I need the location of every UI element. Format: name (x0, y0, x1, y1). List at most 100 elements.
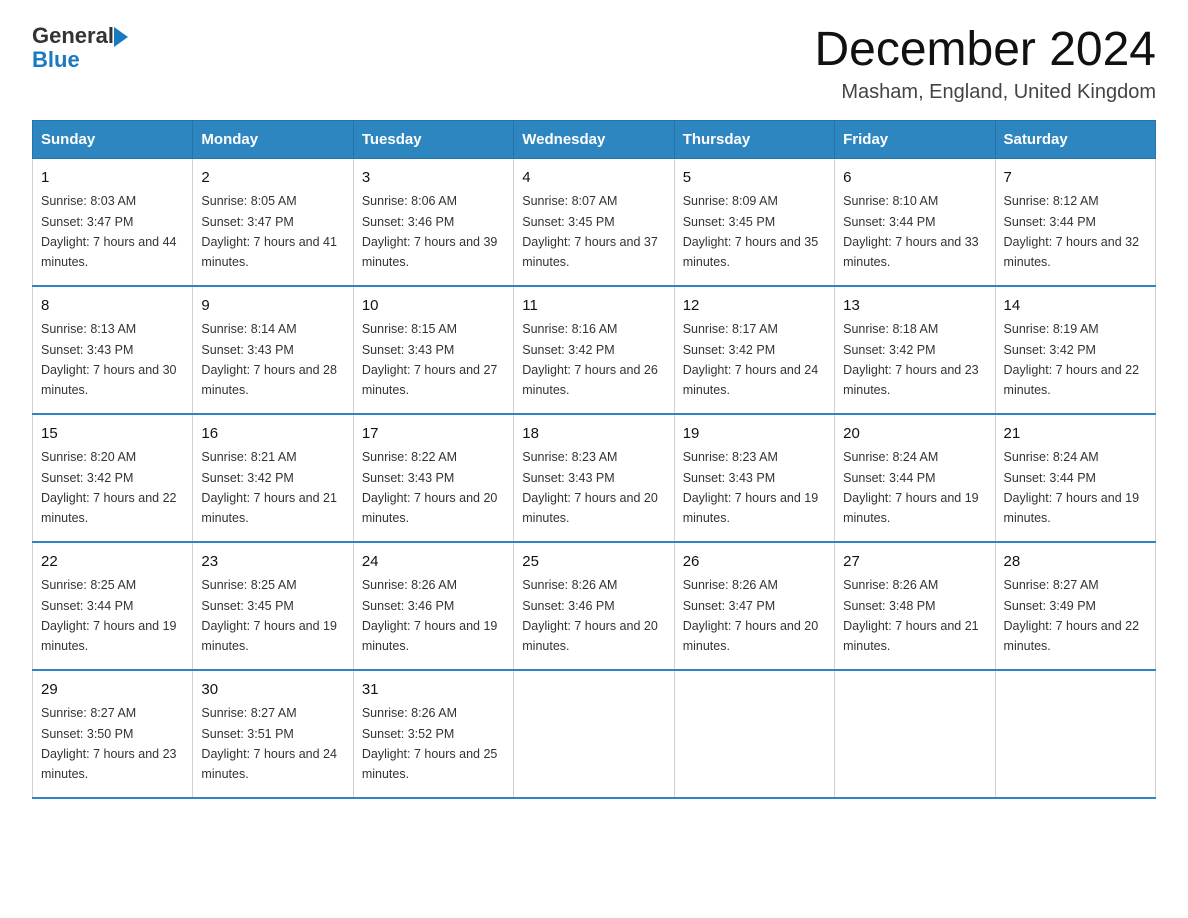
table-row: 5 Sunrise: 8:09 AMSunset: 3:45 PMDayligh… (674, 158, 834, 286)
table-row: 21 Sunrise: 8:24 AMSunset: 3:44 PMDaylig… (995, 414, 1155, 542)
logo-blue-text: Blue (32, 48, 128, 72)
day-info: Sunrise: 8:27 AMSunset: 3:51 PMDaylight:… (201, 706, 337, 781)
title-block: December 2024 Masham, England, United Ki… (814, 24, 1156, 104)
day-info: Sunrise: 8:07 AMSunset: 3:45 PMDaylight:… (522, 194, 658, 269)
table-row: 23 Sunrise: 8:25 AMSunset: 3:45 PMDaylig… (193, 542, 353, 670)
day-info: Sunrise: 8:23 AMSunset: 3:43 PMDaylight:… (683, 450, 819, 525)
day-info: Sunrise: 8:22 AMSunset: 3:43 PMDaylight:… (362, 450, 498, 525)
table-row: 19 Sunrise: 8:23 AMSunset: 3:43 PMDaylig… (674, 414, 834, 542)
day-info: Sunrise: 8:26 AMSunset: 3:52 PMDaylight:… (362, 706, 498, 781)
calendar-week-row: 1 Sunrise: 8:03 AMSunset: 3:47 PMDayligh… (33, 158, 1156, 286)
table-row (835, 670, 995, 798)
col-monday: Monday (193, 120, 353, 158)
calendar-week-row: 29 Sunrise: 8:27 AMSunset: 3:50 PMDaylig… (33, 670, 1156, 798)
day-number: 21 (1004, 423, 1147, 446)
day-number: 27 (843, 551, 986, 574)
table-row: 17 Sunrise: 8:22 AMSunset: 3:43 PMDaylig… (353, 414, 513, 542)
page-title: December 2024 (814, 24, 1156, 77)
day-info: Sunrise: 8:16 AMSunset: 3:42 PMDaylight:… (522, 322, 658, 397)
day-info: Sunrise: 8:18 AMSunset: 3:42 PMDaylight:… (843, 322, 979, 397)
day-info: Sunrise: 8:26 AMSunset: 3:46 PMDaylight:… (522, 578, 658, 653)
day-number: 17 (362, 423, 505, 446)
logo-general-text: General (32, 24, 114, 48)
page-subtitle: Masham, England, United Kingdom (814, 81, 1156, 104)
day-number: 8 (41, 295, 184, 318)
calendar-week-row: 8 Sunrise: 8:13 AMSunset: 3:43 PMDayligh… (33, 286, 1156, 414)
day-number: 26 (683, 551, 826, 574)
day-number: 19 (683, 423, 826, 446)
table-row: 12 Sunrise: 8:17 AMSunset: 3:42 PMDaylig… (674, 286, 834, 414)
day-info: Sunrise: 8:23 AMSunset: 3:43 PMDaylight:… (522, 450, 658, 525)
table-row: 30 Sunrise: 8:27 AMSunset: 3:51 PMDaylig… (193, 670, 353, 798)
day-info: Sunrise: 8:26 AMSunset: 3:46 PMDaylight:… (362, 578, 498, 653)
day-info: Sunrise: 8:10 AMSunset: 3:44 PMDaylight:… (843, 194, 979, 269)
day-number: 31 (362, 679, 505, 702)
day-number: 18 (522, 423, 665, 446)
table-row: 10 Sunrise: 8:15 AMSunset: 3:43 PMDaylig… (353, 286, 513, 414)
table-row: 26 Sunrise: 8:26 AMSunset: 3:47 PMDaylig… (674, 542, 834, 670)
table-row: 24 Sunrise: 8:26 AMSunset: 3:46 PMDaylig… (353, 542, 513, 670)
header: General Blue December 2024 Masham, Engla… (32, 24, 1156, 104)
table-row: 20 Sunrise: 8:24 AMSunset: 3:44 PMDaylig… (835, 414, 995, 542)
table-row: 27 Sunrise: 8:26 AMSunset: 3:48 PMDaylig… (835, 542, 995, 670)
day-info: Sunrise: 8:05 AMSunset: 3:47 PMDaylight:… (201, 194, 337, 269)
day-number: 13 (843, 295, 986, 318)
day-number: 2 (201, 167, 344, 190)
col-saturday: Saturday (995, 120, 1155, 158)
table-row: 6 Sunrise: 8:10 AMSunset: 3:44 PMDayligh… (835, 158, 995, 286)
day-number: 16 (201, 423, 344, 446)
day-number: 11 (522, 295, 665, 318)
col-friday: Friday (835, 120, 995, 158)
day-number: 30 (201, 679, 344, 702)
table-row (674, 670, 834, 798)
table-row: 11 Sunrise: 8:16 AMSunset: 3:42 PMDaylig… (514, 286, 674, 414)
day-info: Sunrise: 8:09 AMSunset: 3:45 PMDaylight:… (683, 194, 819, 269)
table-row (995, 670, 1155, 798)
day-number: 14 (1004, 295, 1147, 318)
day-info: Sunrise: 8:06 AMSunset: 3:46 PMDaylight:… (362, 194, 498, 269)
day-number: 28 (1004, 551, 1147, 574)
day-info: Sunrise: 8:27 AMSunset: 3:49 PMDaylight:… (1004, 578, 1140, 653)
day-info: Sunrise: 8:27 AMSunset: 3:50 PMDaylight:… (41, 706, 177, 781)
col-thursday: Thursday (674, 120, 834, 158)
day-number: 9 (201, 295, 344, 318)
table-row: 29 Sunrise: 8:27 AMSunset: 3:50 PMDaylig… (33, 670, 193, 798)
table-row: 1 Sunrise: 8:03 AMSunset: 3:47 PMDayligh… (33, 158, 193, 286)
day-info: Sunrise: 8:12 AMSunset: 3:44 PMDaylight:… (1004, 194, 1140, 269)
day-info: Sunrise: 8:15 AMSunset: 3:43 PMDaylight:… (362, 322, 498, 397)
table-row: 13 Sunrise: 8:18 AMSunset: 3:42 PMDaylig… (835, 286, 995, 414)
day-number: 6 (843, 167, 986, 190)
logo: General Blue (32, 24, 128, 72)
table-row: 2 Sunrise: 8:05 AMSunset: 3:47 PMDayligh… (193, 158, 353, 286)
table-row: 25 Sunrise: 8:26 AMSunset: 3:46 PMDaylig… (514, 542, 674, 670)
calendar-table: Sunday Monday Tuesday Wednesday Thursday… (32, 120, 1156, 799)
day-number: 4 (522, 167, 665, 190)
table-row: 9 Sunrise: 8:14 AMSunset: 3:43 PMDayligh… (193, 286, 353, 414)
day-number: 24 (362, 551, 505, 574)
day-number: 12 (683, 295, 826, 318)
calendar-week-row: 22 Sunrise: 8:25 AMSunset: 3:44 PMDaylig… (33, 542, 1156, 670)
table-row: 28 Sunrise: 8:27 AMSunset: 3:49 PMDaylig… (995, 542, 1155, 670)
calendar-week-row: 15 Sunrise: 8:20 AMSunset: 3:42 PMDaylig… (33, 414, 1156, 542)
day-info: Sunrise: 8:26 AMSunset: 3:48 PMDaylight:… (843, 578, 979, 653)
day-info: Sunrise: 8:25 AMSunset: 3:45 PMDaylight:… (201, 578, 337, 653)
col-wednesday: Wednesday (514, 120, 674, 158)
table-row: 14 Sunrise: 8:19 AMSunset: 3:42 PMDaylig… (995, 286, 1155, 414)
day-number: 20 (843, 423, 986, 446)
col-sunday: Sunday (33, 120, 193, 158)
table-row: 22 Sunrise: 8:25 AMSunset: 3:44 PMDaylig… (33, 542, 193, 670)
day-number: 23 (201, 551, 344, 574)
calendar-header-row: Sunday Monday Tuesday Wednesday Thursday… (33, 120, 1156, 158)
table-row: 3 Sunrise: 8:06 AMSunset: 3:46 PMDayligh… (353, 158, 513, 286)
day-number: 29 (41, 679, 184, 702)
day-info: Sunrise: 8:24 AMSunset: 3:44 PMDaylight:… (843, 450, 979, 525)
day-info: Sunrise: 8:03 AMSunset: 3:47 PMDaylight:… (41, 194, 177, 269)
day-number: 15 (41, 423, 184, 446)
day-number: 1 (41, 167, 184, 190)
day-info: Sunrise: 8:25 AMSunset: 3:44 PMDaylight:… (41, 578, 177, 653)
day-info: Sunrise: 8:14 AMSunset: 3:43 PMDaylight:… (201, 322, 337, 397)
day-number: 7 (1004, 167, 1147, 190)
day-number: 10 (362, 295, 505, 318)
day-info: Sunrise: 8:17 AMSunset: 3:42 PMDaylight:… (683, 322, 819, 397)
day-number: 25 (522, 551, 665, 574)
